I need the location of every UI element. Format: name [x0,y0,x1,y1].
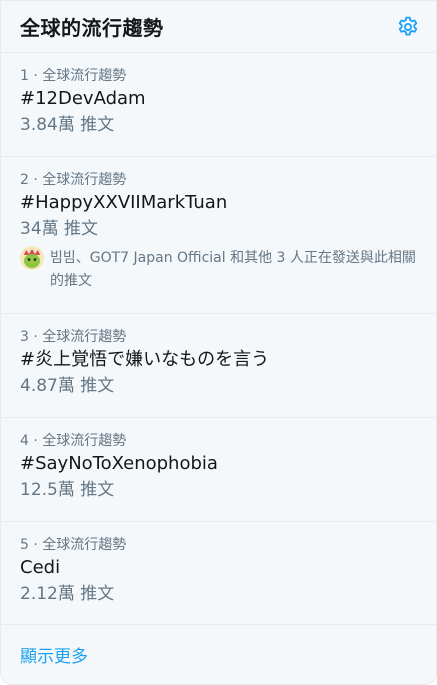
trend-meta: 3 · 全球流行趨勢 [20,329,127,345]
trend-item-4[interactable]: 4 · 全球流行趨勢 #SayNoToXenophobia 12.5萬 推文 [1,418,436,522]
bird-avatar-icon [20,246,44,270]
trend-meta: 5 · 全球流行趨勢 [20,537,127,553]
trend-tweet-count: 34萬 推文 [20,219,99,239]
trend-item-5[interactable]: 5 · 全球流行趨勢 Cedi 2.12萬 推文 [1,522,436,625]
trend-tweet-count: 2.12萬 推文 [20,584,115,604]
trend-social-context: 빔빔、GOT7 Japan Official 和其他 3 人正在發送與此相關的推… [20,246,417,293]
trend-name: #12DevAdam [20,88,146,109]
trend-item-3[interactable]: 3 · 全球流行趨勢 #炎上覚悟で嫌いなものを言う 4.87萬 推文 [1,314,436,418]
trend-tweet-count: 4.87萬 推文 [20,376,115,396]
trend-name: #SayNoToXenophobia [20,453,218,474]
trends-title: 全球的流行趨勢 [20,16,164,40]
trend-meta: 4 · 全球流行趨勢 [20,433,127,449]
trends-header: 全球的流行趨勢 [1,1,436,53]
social-context-text: 빔빔、GOT7 Japan Official 和其他 3 人正在發送與此相關的推… [50,250,416,289]
trend-name: Cedi [20,557,61,578]
trend-item-2[interactable]: 2 · 全球流行趨勢 #HappyXXVIIMarkTuan 34萬 推文 빔빔… [1,157,436,314]
trend-item-1[interactable]: 1 · 全球流行趨勢 #12DevAdam 3.84萬 推文 [1,53,436,157]
trend-tweet-count: 3.84萬 推文 [20,115,115,135]
trend-name: #炎上覚悟で嫌いなものを言う [20,349,270,370]
settings-button[interactable] [395,14,421,40]
trend-meta: 2 · 全球流行趨勢 [20,172,127,188]
trend-tweet-count: 12.5萬 推文 [20,480,115,500]
trend-meta: 1 · 全球流行趨勢 [20,68,127,84]
trend-name: #HappyXXVIIMarkTuan [20,192,228,213]
gear-icon [398,16,418,35]
trends-panel: 全球的流行趨勢 1 · 全球流行趨勢 #12DevAdam 3.84萬 推文 2… [0,0,437,685]
show-more-link[interactable]: 顯示更多 [1,625,436,667]
